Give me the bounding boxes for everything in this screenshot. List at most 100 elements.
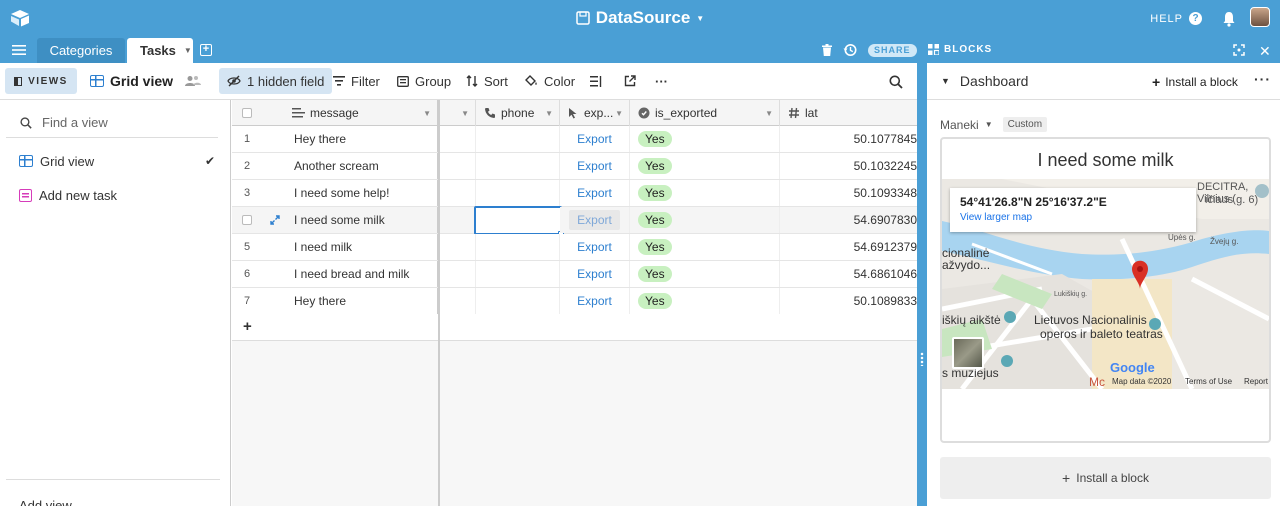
table-row-active[interactable]: I need some milk Export Yes 54.6907830: [232, 206, 917, 237]
select-all-checkbox[interactable]: [242, 108, 252, 118]
is-exported-cell[interactable]: Yes: [630, 126, 780, 152]
dashboard-title-button[interactable]: ▼ Dashboard: [941, 73, 1028, 89]
panel-resize-handle[interactable]: [917, 63, 927, 506]
phone-cell[interactable]: [476, 234, 560, 260]
views-toggle-button[interactable]: VIEWS: [5, 68, 77, 94]
tab-tasks[interactable]: Tasks ▼: [127, 38, 193, 63]
hidden-cell[interactable]: [438, 288, 476, 314]
group-button[interactable]: Group: [397, 68, 451, 94]
message-cell[interactable]: Another scream: [284, 153, 438, 179]
hidden-cell[interactable]: [438, 180, 476, 206]
is-exported-cell[interactable]: Yes: [630, 234, 780, 260]
export-button[interactable]: Export: [560, 153, 630, 179]
expand-record-icon[interactable]: [270, 215, 280, 225]
hamburger-menu-icon[interactable]: [12, 44, 26, 56]
lat-cell[interactable]: 54.6907830: [780, 207, 917, 233]
trash-icon[interactable]: [822, 44, 832, 56]
row-height-icon[interactable]: [590, 75, 602, 88]
hidden-cell[interactable]: [438, 261, 476, 287]
table-row[interactable]: 2 Another scream Export Yes 50.1032245: [232, 153, 917, 180]
export-button[interactable]: Export: [560, 207, 630, 233]
export-button[interactable]: Export: [560, 288, 630, 314]
close-icon[interactable]: ✕: [1259, 43, 1271, 60]
add-view-button[interactable]: Add view: [19, 498, 72, 506]
sidebar-item-grid-view[interactable]: Grid view ✔: [19, 151, 215, 171]
phone-cell[interactable]: [476, 261, 560, 287]
dashboard-more-button[interactable]: ···: [1254, 71, 1271, 87]
chevron-down-icon[interactable]: ▼: [423, 109, 431, 118]
terms-of-use-link[interactable]: Terms of Use: [1185, 377, 1232, 386]
sidebar-item-add-new-task[interactable]: Add new task: [19, 185, 215, 205]
column-header-is-exported[interactable]: is_exported ▼: [630, 100, 780, 126]
is-exported-cell[interactable]: Yes: [630, 261, 780, 287]
chevron-down-icon[interactable]: ▼: [615, 109, 623, 118]
export-button[interactable]: Export: [560, 126, 630, 152]
report-link[interactable]: Report: [1244, 377, 1268, 386]
is-exported-cell[interactable]: Yes: [630, 288, 780, 314]
is-exported-cell[interactable]: Yes: [630, 207, 780, 233]
message-cell[interactable]: Hey there: [284, 126, 438, 152]
fullscreen-icon[interactable]: [1233, 44, 1245, 56]
install-block-bottom-button[interactable]: + Install a block: [940, 457, 1271, 499]
help-button[interactable]: HELP ?: [1150, 12, 1202, 25]
phone-cell[interactable]: [476, 288, 560, 314]
column-header-hidden[interactable]: ▼: [438, 100, 476, 126]
block-name[interactable]: Maneki ▼ Custom: [940, 117, 1048, 132]
frozen-column-divider[interactable]: [438, 100, 440, 506]
chevron-down-icon[interactable]: ▼: [461, 109, 469, 118]
row-checkbox[interactable]: [242, 215, 252, 225]
export-button[interactable]: Export: [560, 180, 630, 206]
export-button[interactable]: Export: [560, 234, 630, 260]
active-cell-phone[interactable]: [474, 206, 564, 237]
hidden-cell[interactable]: [438, 207, 476, 233]
lat-cell[interactable]: 50.1032245: [780, 153, 917, 179]
hidden-fields-button[interactable]: 1 hidden field: [219, 68, 333, 94]
base-title-button[interactable]: DataSource ▼: [576, 8, 704, 28]
lat-cell[interactable]: 50.1089833: [780, 288, 917, 314]
more-options-button[interactable]: ···: [655, 68, 668, 94]
chevron-down-icon[interactable]: ▼: [545, 109, 553, 118]
table-row[interactable]: 5 I need milk Export Yes 54.6912379: [232, 234, 917, 261]
message-cell[interactable]: Hey there: [284, 288, 438, 314]
view-larger-map-link[interactable]: View larger map: [960, 212, 1186, 223]
phone-cell[interactable]: [476, 153, 560, 179]
message-cell[interactable]: I need milk: [284, 234, 438, 260]
table-row[interactable]: 3 I need some help! Export Yes 50.109334…: [232, 180, 917, 207]
chevron-down-icon[interactable]: ▼: [184, 46, 192, 55]
sort-button[interactable]: Sort: [466, 68, 508, 94]
phone-cell[interactable]: [476, 180, 560, 206]
chevron-down-icon[interactable]: ▼: [765, 109, 773, 118]
message-cell[interactable]: I need some help!: [284, 180, 438, 206]
table-row[interactable]: 6 I need bread and milk Export Yes 54.68…: [232, 261, 917, 288]
lat-cell[interactable]: 50.1093348: [780, 180, 917, 206]
share-view-icon[interactable]: [624, 75, 636, 87]
hidden-cell[interactable]: [438, 126, 476, 152]
avatar[interactable]: [1250, 7, 1270, 27]
add-row-button[interactable]: +: [232, 314, 917, 341]
is-exported-cell[interactable]: Yes: [630, 153, 780, 179]
table-row[interactable]: 1 Hey there Export Yes 50.1077845: [232, 126, 917, 153]
airtable-logo-icon[interactable]: [10, 9, 30, 27]
lat-cell[interactable]: 50.1077845: [780, 126, 917, 152]
view-name-button[interactable]: Grid view: [90, 68, 202, 94]
bell-icon[interactable]: [1222, 11, 1236, 27]
find-view-input[interactable]: [42, 115, 212, 130]
column-header-phone[interactable]: phone ▼: [476, 100, 560, 126]
lat-cell[interactable]: 54.6861046: [780, 261, 917, 287]
column-header-lat[interactable]: lat: [780, 100, 917, 126]
share-button[interactable]: SHARE: [868, 44, 917, 57]
table-row[interactable]: 7 Hey there Export Yes 50.1089833: [232, 288, 917, 315]
hidden-cell[interactable]: [438, 153, 476, 179]
history-icon[interactable]: [843, 43, 857, 57]
column-header-message[interactable]: message ▼: [284, 100, 438, 126]
phone-cell[interactable]: [476, 126, 560, 152]
tab-categories[interactable]: Categories: [37, 38, 125, 63]
search-icon[interactable]: [889, 75, 903, 89]
install-block-button[interactable]: + Install a block: [1152, 74, 1238, 90]
filter-button[interactable]: Filter: [333, 68, 380, 94]
color-button[interactable]: Color: [525, 68, 575, 94]
lat-cell[interactable]: 54.6912379: [780, 234, 917, 260]
is-exported-cell[interactable]: Yes: [630, 180, 780, 206]
map-view[interactable]: 54°41'26.8"N 25°16'37.2"E View larger ma…: [942, 179, 1269, 389]
message-cell[interactable]: I need some milk: [284, 207, 438, 233]
